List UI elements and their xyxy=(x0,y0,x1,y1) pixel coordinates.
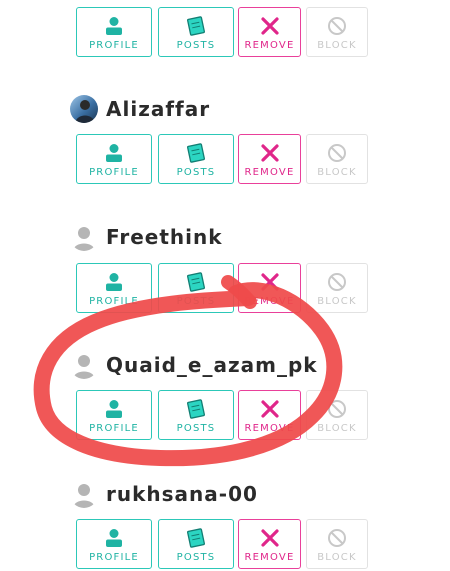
block-button[interactable]: BLOCK xyxy=(306,263,368,313)
block-button[interactable]: BLOCK xyxy=(306,519,368,569)
person-icon xyxy=(106,529,122,547)
profile-button[interactable]: PROFILE xyxy=(76,263,152,313)
profile-button[interactable]: PROFILE xyxy=(76,7,152,57)
remove-button[interactable]: REMOVE xyxy=(238,390,301,440)
posts-label: POSTS xyxy=(176,296,216,307)
block-label: BLOCK xyxy=(317,40,357,51)
username: Freethink xyxy=(106,225,223,249)
person-icon xyxy=(106,144,122,162)
avatar xyxy=(70,223,98,251)
x-icon xyxy=(260,17,279,35)
profile-label: PROFILE xyxy=(89,423,139,434)
profile-label: PROFILE xyxy=(89,296,139,307)
block-label: BLOCK xyxy=(317,552,357,563)
posts-button[interactable]: POSTS xyxy=(158,7,234,57)
user-header[interactable]: Quaid_e_azam_pk xyxy=(70,350,318,380)
remove-label: REMOVE xyxy=(244,552,295,563)
profile-label: PROFILE xyxy=(89,40,139,51)
profile-label: PROFILE xyxy=(89,167,139,178)
block-icon xyxy=(328,273,346,291)
note-icon xyxy=(187,272,205,292)
block-label: BLOCK xyxy=(317,296,357,307)
username: rukhsana-00 xyxy=(106,482,258,506)
default-avatar-icon xyxy=(73,355,95,379)
posts-button[interactable]: POSTS xyxy=(158,134,234,184)
x-icon xyxy=(260,144,279,162)
posts-label: POSTS xyxy=(176,552,216,563)
avatar xyxy=(70,95,98,123)
person-icon xyxy=(106,17,122,35)
posts-label: POSTS xyxy=(176,167,216,178)
block-icon xyxy=(328,144,346,162)
posts-button[interactable]: POSTS xyxy=(158,519,234,569)
default-avatar-icon xyxy=(73,227,95,251)
note-icon xyxy=(187,16,205,36)
avatar xyxy=(70,480,98,508)
block-label: BLOCK xyxy=(317,423,357,434)
profile-button[interactable]: PROFILE xyxy=(76,134,152,184)
remove-label: REMOVE xyxy=(244,296,295,307)
x-icon xyxy=(260,400,279,418)
posts-label: POSTS xyxy=(176,423,216,434)
user-header[interactable]: rukhsana-00 xyxy=(70,479,258,509)
username: Alizaffar xyxy=(106,97,211,121)
x-icon xyxy=(260,273,279,291)
note-icon xyxy=(187,399,205,419)
avatar xyxy=(70,351,98,379)
remove-button[interactable]: REMOVE xyxy=(238,519,301,569)
username: Quaid_e_azam_pk xyxy=(106,353,318,377)
remove-button[interactable]: REMOVE xyxy=(238,134,301,184)
note-icon xyxy=(187,528,205,548)
block-icon xyxy=(328,400,346,418)
block-label: BLOCK xyxy=(317,167,357,178)
remove-button[interactable]: REMOVE xyxy=(238,7,301,57)
person-icon xyxy=(106,400,122,418)
posts-label: POSTS xyxy=(176,40,216,51)
user-header[interactable]: Alizaffar xyxy=(70,94,210,124)
block-button[interactable]: BLOCK xyxy=(306,134,368,184)
remove-button[interactable]: REMOVE xyxy=(238,263,301,313)
note-icon xyxy=(187,143,205,163)
block-icon xyxy=(328,529,346,547)
posts-button[interactable]: POSTS xyxy=(158,390,234,440)
user-header[interactable]: Freethink xyxy=(70,222,223,252)
remove-label: REMOVE xyxy=(244,423,295,434)
block-button[interactable]: BLOCK xyxy=(306,390,368,440)
block-button[interactable]: BLOCK xyxy=(306,7,368,57)
posts-button[interactable]: POSTS xyxy=(158,263,234,313)
profile-button[interactable]: PROFILE xyxy=(76,390,152,440)
profile-button[interactable]: PROFILE xyxy=(76,519,152,569)
remove-label: REMOVE xyxy=(244,167,295,178)
profile-label: PROFILE xyxy=(89,552,139,563)
remove-label: REMOVE xyxy=(244,40,295,51)
person-photo-icon xyxy=(75,100,95,123)
person-icon xyxy=(106,273,122,291)
x-icon xyxy=(260,529,279,547)
default-avatar-icon xyxy=(73,484,95,508)
block-icon xyxy=(328,17,346,35)
